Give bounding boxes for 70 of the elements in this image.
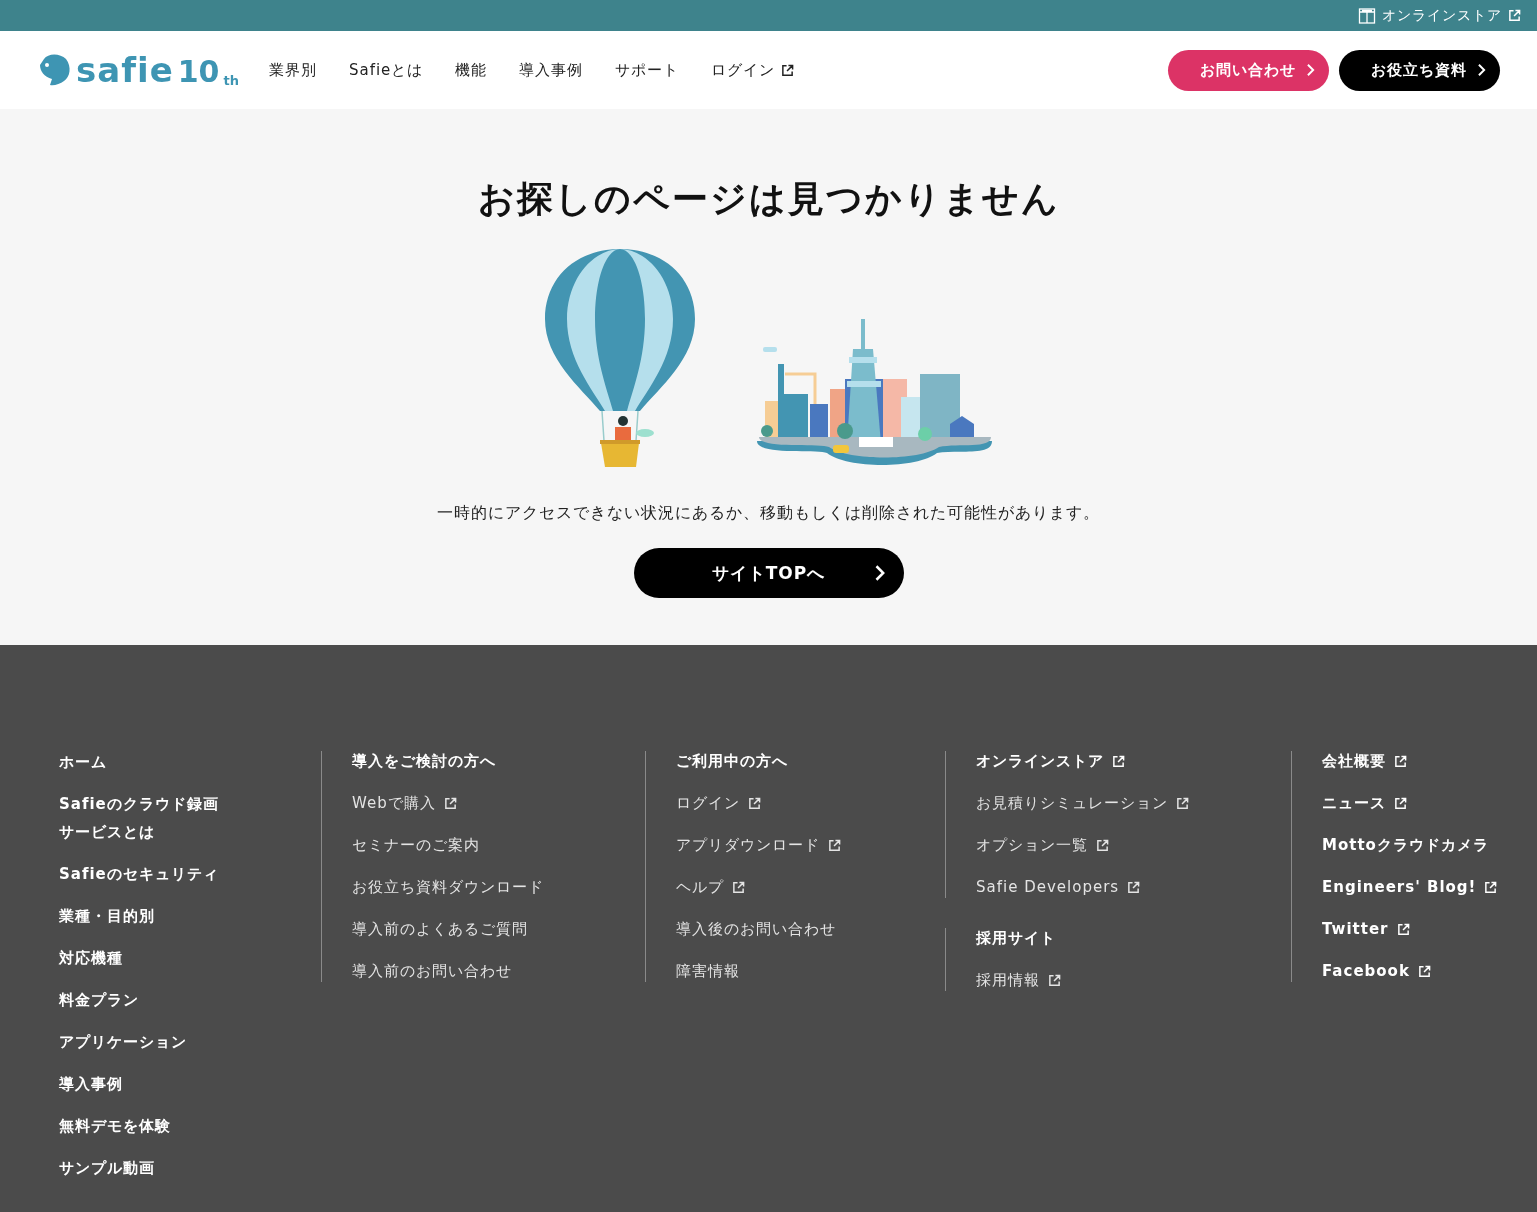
footer-heading-link[interactable]: ニュース <box>1322 793 1498 814</box>
external-link-icon <box>1508 9 1521 22</box>
storefront-icon <box>1358 6 1376 25</box>
footer-heading-link[interactable]: Safieのセキュリティ <box>59 860 225 888</box>
chevron-right-icon <box>1305 63 1315 77</box>
external-link-icon <box>1394 797 1407 810</box>
footer-heading-link[interactable]: 導入事例 <box>59 1070 225 1098</box>
contact-button[interactable]: お問い合わせ <box>1167 49 1329 91</box>
external-link-icon <box>1176 797 1189 810</box>
external-link-icon <box>748 797 761 810</box>
external-link-icon <box>732 881 745 894</box>
footer-heading-link[interactable]: 無料デモを体験 <box>59 1112 225 1140</box>
external-link-icon <box>1096 839 1109 852</box>
external-link-icon <box>443 797 457 810</box>
external-link-icon <box>1394 755 1407 768</box>
logo-wordmark: safie <box>76 53 174 87</box>
footer-link[interactable]: アプリダウンロード <box>676 835 916 856</box>
footer-heading-link[interactable]: サンプル動画 <box>59 1154 225 1182</box>
external-link-icon <box>1396 923 1410 936</box>
footer-link[interactable]: ログイン <box>676 793 916 814</box>
footer-link[interactable]: 採用情報 <box>976 970 1216 991</box>
chevron-right-icon <box>1476 63 1486 77</box>
footer-link[interactable]: 障害情報 <box>676 961 916 982</box>
footer-link[interactable]: オプション一覧 <box>976 835 1216 856</box>
footer-link[interactable]: Safie Developers <box>976 877 1216 898</box>
footer-heading-link[interactable]: 料金プラン <box>59 986 225 1014</box>
footer-link[interactable]: セミナーのご案内 <box>352 835 592 856</box>
footer-heading-link[interactable]: 業種・目的別 <box>59 902 225 930</box>
nav-link[interactable]: 業界別 <box>268 60 317 80</box>
footer-heading-link[interactable]: Twitter <box>1322 919 1498 940</box>
footer-heading-link[interactable]: アプリケーション <box>59 1028 225 1056</box>
external-link-icon <box>1112 755 1125 768</box>
external-link-icon <box>1127 881 1141 894</box>
external-link-icon <box>1417 965 1431 978</box>
site-top-button[interactable]: サイトTOPへ <box>633 548 904 598</box>
footer-link[interactable]: お役立ち資料ダウンロード <box>352 877 592 898</box>
chevron-right-icon <box>873 564 886 582</box>
nav-link[interactable]: ログイン <box>711 60 795 80</box>
resources-button[interactable]: お役立ち資料 <box>1338 49 1500 91</box>
footer-heading-link[interactable]: Engineers' Blog! <box>1322 877 1498 898</box>
footer-heading-link[interactable]: Facebook <box>1322 961 1498 982</box>
logo-anniversary-suffix: th <box>223 74 239 87</box>
footer-heading-link[interactable]: Mottoクラウドカメラ <box>1322 835 1498 856</box>
footer-link[interactable]: お見積りシミュレーション <box>976 793 1216 814</box>
footer-link[interactable]: 導入後のお問い合わせ <box>676 919 916 940</box>
footer-heading-link[interactable]: ホーム <box>59 748 225 776</box>
footer-heading-link[interactable]: Safieのクラウド録画サービスとは <box>59 790 225 846</box>
footer-link[interactable]: Webで購入 <box>352 793 592 814</box>
external-link-icon <box>781 63 795 77</box>
footer-heading-link[interactable]: 対応機種 <box>59 944 225 972</box>
external-link-icon <box>828 839 841 852</box>
footer-heading-link[interactable]: 採用サイト <box>976 928 1216 949</box>
bird-logo-icon <box>38 53 72 87</box>
nav-link[interactable]: Safieとは <box>348 60 424 80</box>
footer-link[interactable]: 導入前のお問い合わせ <box>352 961 592 982</box>
footer-heading-link[interactable]: ご利用中の方へ <box>676 751 916 772</box>
page-title: お探しのページは見つかりません <box>477 177 1060 221</box>
external-link-icon <box>1048 974 1061 987</box>
error-message: 一時的にアクセスできない状況にあるか、移動もしくは削除された可能性があります。 <box>437 503 1100 524</box>
nav-link[interactable]: 導入事例 <box>519 60 584 80</box>
nav-link[interactable]: サポート <box>615 60 680 80</box>
external-link-icon <box>1484 881 1498 894</box>
footer-heading-link[interactable]: 導入をご検討の方へ <box>352 751 592 772</box>
footer-heading-link[interactable]: 会社概要 <box>1322 751 1498 772</box>
logo-anniversary-number: 10 <box>177 57 220 87</box>
footer-link[interactable]: 導入前のよくあるご質問 <box>352 919 592 940</box>
footer-heading-link[interactable]: オンラインストア <box>976 751 1216 772</box>
nav-link[interactable]: 機能 <box>455 60 488 80</box>
footer-link[interactable]: ヘルプ <box>676 877 916 898</box>
online-store-link[interactable]: オンラインストア <box>1358 6 1521 25</box>
